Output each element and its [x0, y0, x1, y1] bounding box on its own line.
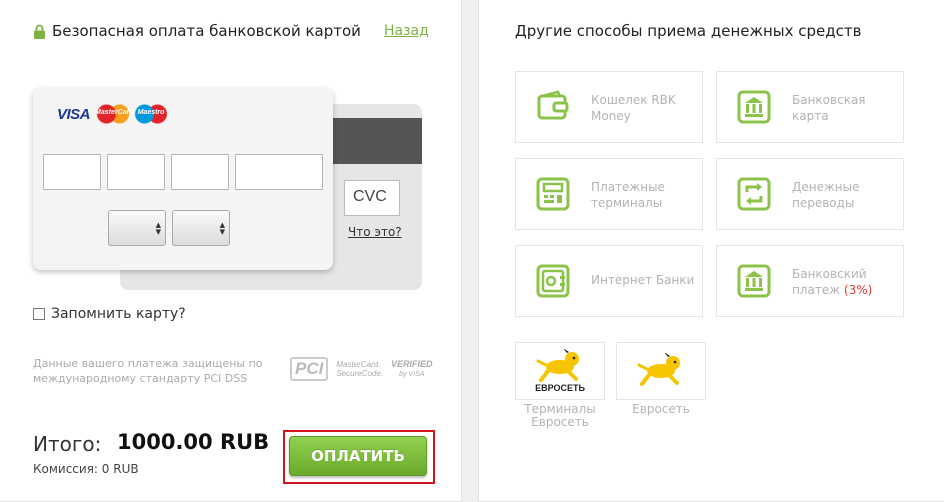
mastercard-securecode-line1: MasterCard.	[336, 360, 381, 369]
other-methods-title: Другие способы приема денежных средств	[515, 22, 862, 40]
method-label-line2: карта	[792, 109, 829, 123]
method-label: Банковская карта	[792, 92, 902, 124]
method-bank-card[interactable]: Банковская карта	[716, 71, 904, 143]
wallet-icon	[537, 90, 569, 120]
verified-by-visa-line2: by VISA	[399, 370, 425, 378]
remember-card-checkbox[interactable]: Запомнить карту?	[33, 306, 186, 322]
method-label-line2: терминалы	[591, 196, 663, 210]
method-label: Денежные переводы	[792, 179, 902, 211]
security-logos: PCI MasterCard. SecureCode. VERIFIED by …	[290, 357, 433, 381]
lock-icon	[34, 24, 45, 39]
method-euroset-terminals[interactable]: ЕВРОСЕТЬ	[515, 342, 605, 400]
method-label: Платежные терминалы	[591, 179, 701, 211]
bank-icon	[737, 90, 771, 124]
mastercard-logo: MasterCard	[95, 103, 134, 125]
maestro-logo-text: Maestro	[137, 109, 165, 116]
method-rbk-money[interactable]: Кошелек RBK Money	[515, 71, 703, 143]
terminal-icon	[536, 177, 570, 211]
method-payment-terminals[interactable]: Платежные терминалы	[515, 158, 703, 230]
transfer-icon	[737, 177, 771, 211]
method-label-line2: Money	[591, 109, 631, 123]
card-payment-panel: Безопасная оплата банковской картой Наза…	[0, 0, 462, 502]
euroset-dog-icon	[536, 349, 579, 382]
safe-icon	[536, 264, 570, 298]
method-label-line1: Денежные	[792, 180, 860, 194]
pay-button[interactable]: ОПЛАТИТЬ	[289, 436, 427, 476]
select-arrows-icon: ▲ ▼	[219, 221, 225, 236]
method-label-line1: Банковский	[792, 267, 867, 281]
method-label: Кошелек RBK Money	[591, 92, 701, 124]
euroset-dog-icon	[637, 353, 680, 386]
method-euroset[interactable]	[616, 342, 706, 400]
card-number-field-2[interactable]	[107, 154, 165, 190]
checkbox-icon[interactable]	[33, 308, 45, 320]
cvc-help-link[interactable]: Что это?	[348, 225, 402, 239]
method-internet-banks[interactable]: Интернет Банки	[515, 245, 703, 317]
card-number-field-3[interactable]	[171, 154, 229, 190]
mastercard-logo-text: MasterCard	[95, 109, 134, 116]
remember-card-label: Запомнить карту?	[51, 306, 186, 322]
back-link[interactable]: Назад	[384, 23, 429, 39]
total-amount: 1000.00 RUB	[117, 430, 270, 454]
card-brand-logos: VISA MasterCard Maestro	[57, 102, 170, 126]
maestro-logo: Maestro	[133, 103, 170, 125]
method-bank-payment[interactable]: Банковский платеж (3%)	[716, 245, 904, 317]
verified-by-visa-line1: VERIFIED	[391, 358, 433, 369]
mastercard-securecode-line2: SecureCode.	[336, 369, 384, 378]
cvc-input[interactable]: CVC	[344, 180, 400, 216]
select-arrows-icon: ▲ ▼	[155, 221, 161, 236]
method-label-line1: Платежные	[591, 180, 665, 194]
total-label: Итого:	[33, 432, 102, 456]
bank-icon	[737, 264, 771, 298]
visa-logo: VISA	[57, 105, 91, 123]
mastercard-securecode-logo: MasterCard. SecureCode.	[336, 360, 383, 378]
security-note: Данные вашего платежа защищены по междун…	[33, 357, 263, 385]
euroset-caption: Евросеть	[632, 402, 690, 416]
page-title: Безопасная оплата банковской картой	[52, 22, 361, 40]
expiry-month-select[interactable]: ▲ ▼	[108, 210, 166, 246]
commission-badge: (3%)	[843, 283, 873, 297]
caption-line2: Евросеть	[531, 415, 589, 429]
card-number-field-4[interactable]	[235, 154, 323, 190]
method-money-transfers[interactable]: Денежные переводы	[716, 158, 904, 230]
verified-by-visa-logo: VERIFIED by VISA	[391, 358, 433, 379]
card-number-field-1[interactable]	[43, 154, 101, 190]
commission-text: Комиссия: 0 RUB	[33, 462, 139, 476]
other-methods-panel: Другие способы приема денежных средств К…	[478, 0, 944, 502]
pci-dss-logo: PCI	[290, 357, 329, 381]
method-label: Интернет Банки	[591, 273, 695, 287]
expiry-year-select[interactable]: ▲ ▼	[172, 210, 230, 246]
card-front: VISA MasterCard Maestro ▲ ▼ ▲ ▼	[33, 88, 333, 270]
method-label: Банковский платеж (3%)	[792, 266, 902, 298]
euroset-terminals-caption: Терминалы Евросеть	[515, 403, 605, 429]
caption-line1: Терминалы	[524, 402, 596, 416]
euroset-logo-text: ЕВРОСЕТЬ	[535, 383, 585, 393]
method-label-line1: Банковская	[792, 93, 866, 107]
method-label-line1: Кошелек RBK	[591, 93, 676, 107]
method-label-line2: переводы	[792, 196, 855, 210]
method-label-line2: платеж	[792, 283, 841, 297]
